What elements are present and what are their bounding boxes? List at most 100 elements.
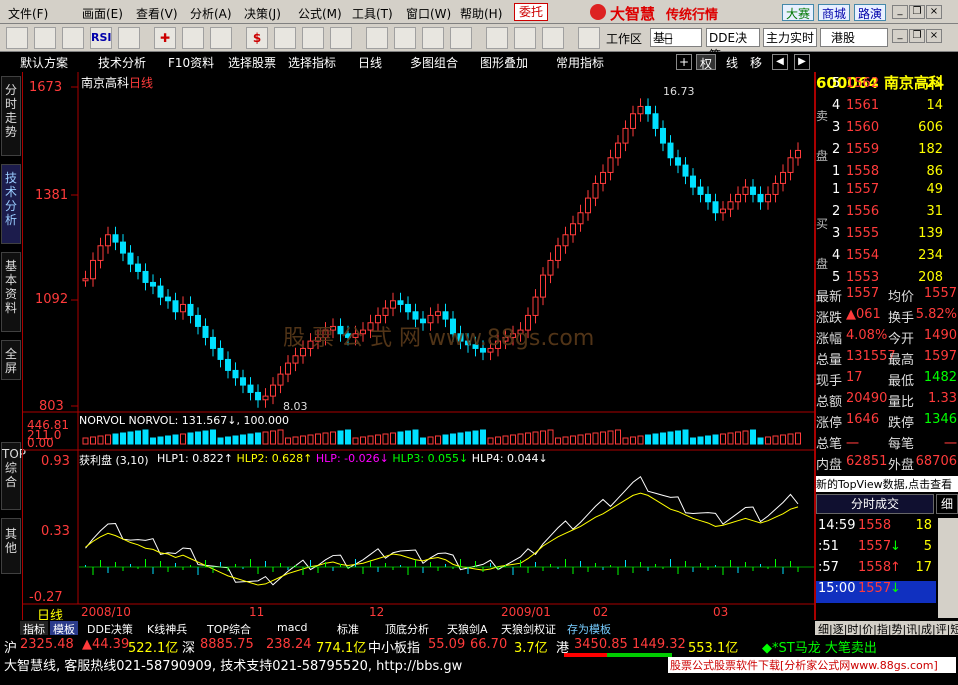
maximize-icon[interactable]: ❐	[909, 5, 925, 19]
tab-tech-analysis[interactable]: 技术分析	[98, 54, 146, 71]
menu-tools[interactable]: 工具(T)	[352, 5, 393, 22]
ask-row[interactable]: 2 1559 182	[816, 142, 958, 164]
dollar-icon[interactable]: $	[246, 27, 268, 49]
btab-template[interactable]: 模板	[50, 621, 78, 636]
shangcheng-button[interactable]: 商城	[818, 4, 850, 21]
tab-f10[interactable]: F10资料	[168, 54, 214, 71]
vtab-tech-analysis[interactable]: 技术分析	[1, 164, 21, 244]
volume-bar	[397, 431, 404, 445]
line-tab-button[interactable]: 线	[722, 54, 742, 70]
blue-circle-icon[interactable]	[450, 27, 472, 49]
left-arrow-icon[interactable]: ◀	[772, 54, 788, 70]
btab-save-template[interactable]: 存为模板	[564, 621, 614, 636]
ad-banner[interactable]: 股票公式股票软件下载[分析家公式网www.88gs.com]	[668, 657, 956, 673]
move-tab-button[interactable]: 移	[746, 54, 766, 70]
vtab-other[interactable]: 其他	[1, 518, 21, 574]
volume-bar	[615, 429, 621, 445]
menu-analysis[interactable]: 分析(A)	[190, 5, 232, 22]
menu-help[interactable]: 帮助(H)	[460, 5, 502, 22]
candle-body	[607, 157, 614, 173]
doc-icon[interactable]	[514, 27, 536, 49]
weituo-button[interactable]: 委托	[514, 3, 548, 21]
close-icon[interactable]: ×	[926, 5, 942, 19]
minimize-icon[interactable]: _	[892, 5, 908, 19]
plus-icon[interactable]: +	[676, 54, 692, 70]
volume-bar	[405, 430, 411, 445]
right-arrow-icon[interactable]: ▶	[794, 54, 810, 70]
ask-row[interactable]: 5 1562 24	[816, 76, 958, 98]
volume-bar	[562, 436, 569, 445]
btab-tianlang-a[interactable]: 天狼剑A	[444, 621, 491, 636]
topview-link[interactable]: 新的TopView数据,点击查看	[816, 476, 958, 492]
menu-file[interactable]: 文件(F)	[8, 5, 48, 22]
dde-select[interactable]: DDE决策	[706, 28, 760, 62]
menu-view-screen[interactable]: 画面(E)	[82, 5, 123, 22]
detail-tab[interactable]: 细	[936, 494, 958, 514]
menu-view[interactable]: 查看(V)	[136, 5, 178, 22]
luyou-button[interactable]: 路演	[854, 4, 886, 21]
red-circle-icon[interactable]	[422, 27, 444, 49]
menu-formula[interactable]: 公式(M)	[298, 5, 342, 22]
help-cursor-icon[interactable]	[578, 27, 600, 49]
draw-icon[interactable]	[210, 27, 232, 49]
diamond-icon[interactable]	[394, 27, 416, 49]
vtab-intraday[interactable]: 分时走势	[1, 76, 21, 156]
bid-row[interactable]: 4 1554 234	[816, 248, 958, 270]
vtab-basic-info[interactable]: 基本资料	[1, 252, 21, 332]
btab-macd[interactable]: macd	[274, 621, 311, 635]
zoom-in-icon[interactable]	[182, 27, 204, 49]
child-maximize-icon[interactable]: ❐	[909, 29, 925, 43]
menu-window[interactable]: 窗口(W)	[406, 5, 451, 22]
bid-row[interactable]: 1 1557 49	[816, 182, 958, 204]
ask-row[interactable]: 3 1560 606	[816, 120, 958, 142]
right-bottom-tabs[interactable]: 细|逐|时|价|指|势|讯|成|评|短	[815, 621, 958, 635]
volume-bar	[232, 435, 239, 445]
gear-icon[interactable]	[366, 27, 388, 49]
vtab-fullscreen[interactable]: 全屏	[1, 340, 21, 380]
basic-select[interactable]: 基本̶	[650, 28, 702, 47]
btab-tianlang-warrant[interactable]: 天狼剑权证	[498, 621, 559, 636]
right-tab-button[interactable]: 权	[696, 54, 716, 71]
ask-row[interactable]: 4 1561 14	[816, 98, 958, 120]
crosshair-icon[interactable]: ✚	[154, 27, 176, 49]
mail-icon[interactable]	[542, 27, 564, 49]
kline-icon[interactable]	[62, 27, 84, 49]
volume-bar	[502, 435, 509, 445]
btab-standard[interactable]: 标准	[334, 621, 362, 636]
btab-top-bottom[interactable]: 顶底分析	[382, 621, 432, 636]
tab-daily[interactable]: 日线	[358, 54, 382, 71]
tab-overlay[interactable]: 图形叠加	[480, 54, 528, 71]
btab-indicator[interactable]: 指标	[20, 621, 48, 636]
vtab-top-overview[interactable]: TOP综合	[1, 442, 26, 510]
child-close-icon[interactable]: ×	[926, 29, 942, 43]
bid-row[interactable]: 2 1556 31	[816, 204, 958, 226]
ticks-tab[interactable]: 分时成交	[816, 494, 934, 514]
back-icon[interactable]	[6, 27, 28, 49]
news-ticker[interactable]: ◆*ST马龙 大笔卖出	[762, 637, 877, 656]
chart-icon[interactable]	[34, 27, 56, 49]
compare-icon[interactable]	[118, 27, 140, 49]
tab-select-stock[interactable]: 选择股票	[228, 54, 276, 71]
hk-select[interactable]: 港股	[820, 28, 888, 47]
btab-kline-soldier[interactable]: K线神兵	[144, 621, 190, 636]
tab-default-scheme[interactable]: 默认方案	[20, 54, 68, 71]
dasai-button[interactable]: 大赛	[782, 4, 814, 21]
alert-icon[interactable]	[330, 27, 352, 49]
signal-icon[interactable]	[274, 27, 296, 49]
btab-top[interactable]: TOP综合	[204, 621, 254, 636]
bid-row[interactable]: 3 1555 139	[816, 226, 958, 248]
binocular-icon[interactable]	[302, 27, 324, 49]
candle-body	[697, 186, 704, 195]
tab-common-indicator[interactable]: 常用指标	[556, 54, 604, 71]
menu-decision[interactable]: 决策(J)	[244, 5, 281, 22]
tab-select-indicator[interactable]: 选择指标	[288, 54, 336, 71]
tab-multi-chart[interactable]: 多图组合	[410, 54, 458, 71]
main-live-select[interactable]: 主力实时	[763, 28, 817, 47]
screen-icon[interactable]	[486, 27, 508, 49]
btab-dde[interactable]: DDE决策	[84, 621, 136, 636]
scrollbar[interactable]	[938, 518, 958, 618]
child-minimize-icon[interactable]: _	[892, 29, 908, 43]
chart-area[interactable]: 南京高科 日线 1673 1381 1092 803 16.73 8.03 股 …	[22, 72, 815, 624]
stat-label: 涨停	[816, 416, 843, 431]
rsi-icon[interactable]: RSI	[90, 27, 112, 49]
